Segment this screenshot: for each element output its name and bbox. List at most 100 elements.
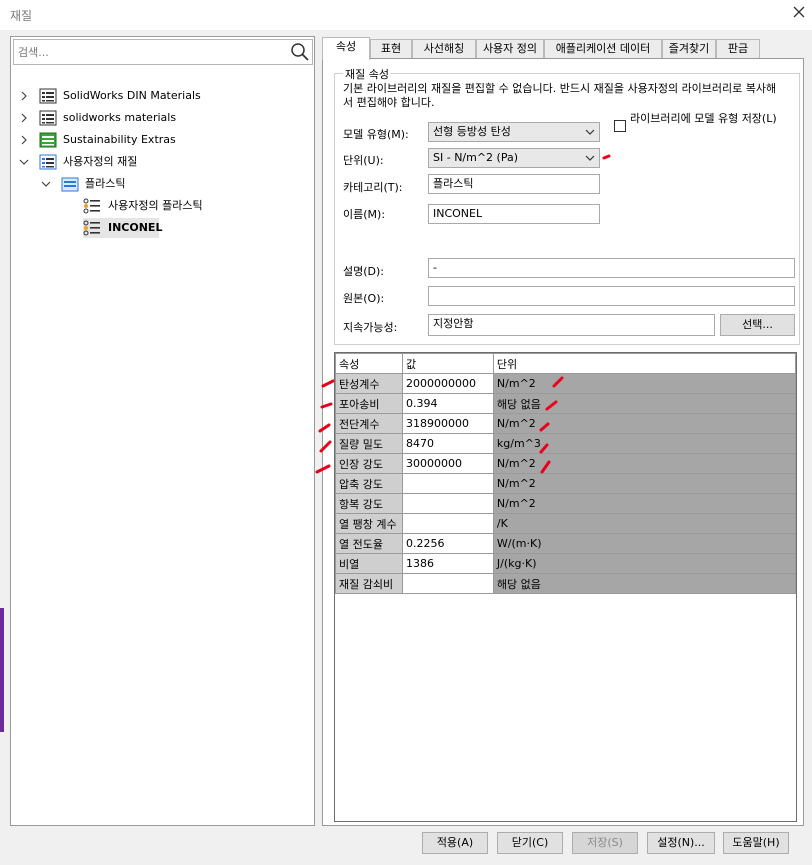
tree-item-label: 사용자정의 재질 xyxy=(63,155,138,168)
sustainability-label: 지속가능성: xyxy=(343,321,398,334)
library-icon xyxy=(39,154,57,170)
table-row[interactable]: 인장 강도 30000000 N/m^2 xyxy=(335,453,797,474)
property-name-cell: 포아송비 xyxy=(335,393,403,414)
column-header-value: 값 xyxy=(401,353,494,374)
property-unit-cell: N/m^2 xyxy=(492,473,797,494)
description-field[interactable]: - xyxy=(428,258,795,278)
title-bar: 재질 xyxy=(0,0,812,30)
chevron-down-icon[interactable] xyxy=(41,179,51,189)
close-button[interactable]: 닫기(C) xyxy=(497,832,563,854)
chevron-right-icon[interactable] xyxy=(19,91,29,101)
chevron-right-icon[interactable] xyxy=(19,135,29,145)
tab-favorites[interactable]: 즐겨찾기 xyxy=(662,39,716,59)
material-list-icon xyxy=(83,220,100,236)
table-row[interactable]: 열 팽창 계수 /K xyxy=(335,513,797,534)
table-row[interactable]: 항복 강도 N/m^2 xyxy=(335,493,797,514)
tree-item-inconel[interactable]: INCONEL xyxy=(83,218,162,238)
properties-panel: 재질 속성 기본 라이브러리의 재질을 편집할 수 없습니다. 반드시 재질을 … xyxy=(322,58,804,826)
property-unit-cell: 해당 없음 xyxy=(492,393,797,414)
property-unit-cell: N/m^2 xyxy=(492,493,797,514)
property-value-cell[interactable] xyxy=(401,513,494,534)
property-value-cell[interactable]: 0.2256 xyxy=(401,533,494,554)
select-button[interactable]: 선택... xyxy=(720,314,795,336)
material-properties-group: 재질 속성 기본 라이브러리의 재질을 편집할 수 없습니다. 반드시 재질을 … xyxy=(334,66,800,345)
library-warning-text: 기본 라이브러리의 재질을 편집할 수 없습니다. 반드시 재질을 사용자정의 … xyxy=(343,82,777,109)
property-value-cell[interactable]: 30000000 xyxy=(401,453,494,474)
tree-item-custom-plastic[interactable]: 사용자정의 플라스틱 xyxy=(83,196,309,216)
model-type-select[interactable]: 선형 등방성 탄성 xyxy=(428,122,600,142)
chevron-down-icon[interactable] xyxy=(19,157,29,167)
tab-properties[interactable]: 속성 xyxy=(322,37,370,60)
category-folder-icon xyxy=(61,177,79,192)
property-name-cell: 압축 강도 xyxy=(335,473,403,494)
model-type-value: 선형 등방성 탄성 xyxy=(433,125,511,138)
property-name-cell: 항복 강도 xyxy=(335,493,403,514)
tree-item-label: 플라스틱 xyxy=(85,177,126,190)
tree-item-solidworks-din[interactable]: SolidWorks DIN Materials xyxy=(19,86,309,106)
property-unit-cell: /K xyxy=(492,513,797,534)
table-row[interactable]: 질량 밀도 8470 kg/m^3 xyxy=(335,433,797,454)
property-name-cell: 비열 xyxy=(335,553,403,574)
table-row[interactable]: 포아송비 0.394 해당 없음 xyxy=(335,393,797,414)
property-value-cell[interactable]: 0.394 xyxy=(401,393,494,414)
property-name-cell: 전단계수 xyxy=(335,413,403,434)
save-model-type-checkbox[interactable] xyxy=(614,120,626,132)
property-unit-cell: J/(kg·K) xyxy=(492,553,797,574)
name-label: 이름(M): xyxy=(343,208,386,221)
material-tree-panel: SolidWorks DIN Materials solidworks mate… xyxy=(10,36,315,826)
chevron-right-icon[interactable] xyxy=(19,113,29,123)
property-unit-cell: 해당 없음 xyxy=(492,573,797,594)
units-value: SI - N/m^2 (Pa) xyxy=(433,151,519,164)
category-field[interactable]: 플라스틱 xyxy=(428,174,600,194)
table-row[interactable]: 전단계수 318900000 N/m^2 xyxy=(335,413,797,434)
column-header-unit: 단위 xyxy=(492,353,797,374)
source-field[interactable] xyxy=(428,286,795,306)
property-value-cell[interactable]: 318900000 xyxy=(401,413,494,434)
tree-item-custom-materials[interactable]: 사용자정의 재질 xyxy=(19,152,309,172)
save-button[interactable]: 저장(S) xyxy=(572,832,638,854)
property-table: 속성 값 단위 탄성계수 2000000000 N/m^2 포아송비 0.394… xyxy=(334,352,797,822)
sustainability-field[interactable]: 지정안함 xyxy=(428,314,715,336)
green-library-icon xyxy=(39,132,57,148)
chevron-down-icon xyxy=(585,155,595,161)
search-box[interactable] xyxy=(13,39,313,65)
description-label: 설명(D): xyxy=(343,265,384,278)
property-name-cell: 질량 밀도 xyxy=(335,433,403,454)
property-value-cell[interactable] xyxy=(401,573,494,594)
tab-sheet-metal[interactable]: 판금 xyxy=(716,39,760,59)
tree-item-label: solidworks materials xyxy=(63,111,177,124)
tree-item-label: Sustainability Extras xyxy=(63,133,176,146)
property-value-cell[interactable]: 1386 xyxy=(401,553,494,574)
table-row[interactable]: 재질 감쇠비 해당 없음 xyxy=(335,573,797,594)
tab-crosshatch[interactable]: 사선해칭 xyxy=(412,39,476,59)
table-row[interactable]: 열 전도율 0.2256 W/(m·K) xyxy=(335,533,797,554)
property-value-cell[interactable] xyxy=(401,493,494,514)
units-select[interactable]: SI - N/m^2 (Pa) xyxy=(428,148,600,168)
property-unit-cell: N/m^2 xyxy=(492,373,797,394)
tree-item-solidworks-materials[interactable]: solidworks materials xyxy=(19,108,309,128)
search-icon[interactable] xyxy=(290,42,310,62)
table-header-row: 속성 값 단위 xyxy=(335,353,797,374)
name-field[interactable]: INCONEL xyxy=(428,204,600,224)
table-row[interactable]: 비열 1386 J/(kg·K) xyxy=(335,553,797,574)
window-title: 재질 xyxy=(10,9,33,23)
tree-item-plastic[interactable]: 플라스틱 xyxy=(41,174,309,194)
close-icon[interactable] xyxy=(792,5,806,19)
search-input[interactable] xyxy=(18,41,278,63)
config-button[interactable]: 설정(N)... xyxy=(647,832,715,854)
property-name-cell: 열 팽창 계수 xyxy=(335,513,403,534)
help-button[interactable]: 도움말(H) xyxy=(723,832,789,854)
units-label: 단위(U): xyxy=(343,154,384,167)
tab-appearance[interactable]: 표현 xyxy=(370,39,412,59)
tab-application-data[interactable]: 애플리케이션 데이터 xyxy=(544,39,662,59)
property-value-cell[interactable]: 2000000000 xyxy=(401,373,494,394)
table-row[interactable]: 압축 강도 N/m^2 xyxy=(335,473,797,494)
property-value-cell[interactable] xyxy=(401,473,494,494)
property-value-cell[interactable]: 8470 xyxy=(401,433,494,454)
property-unit-cell: N/m^2 xyxy=(492,453,797,474)
property-unit-cell: N/m^2 xyxy=(492,413,797,434)
tab-custom[interactable]: 사용자 정의 xyxy=(476,39,544,59)
tree-item-sustainability-extras[interactable]: Sustainability Extras xyxy=(19,130,309,150)
apply-button[interactable]: 적용(A) xyxy=(422,832,488,854)
table-row[interactable]: 탄성계수 2000000000 N/m^2 xyxy=(335,373,797,394)
